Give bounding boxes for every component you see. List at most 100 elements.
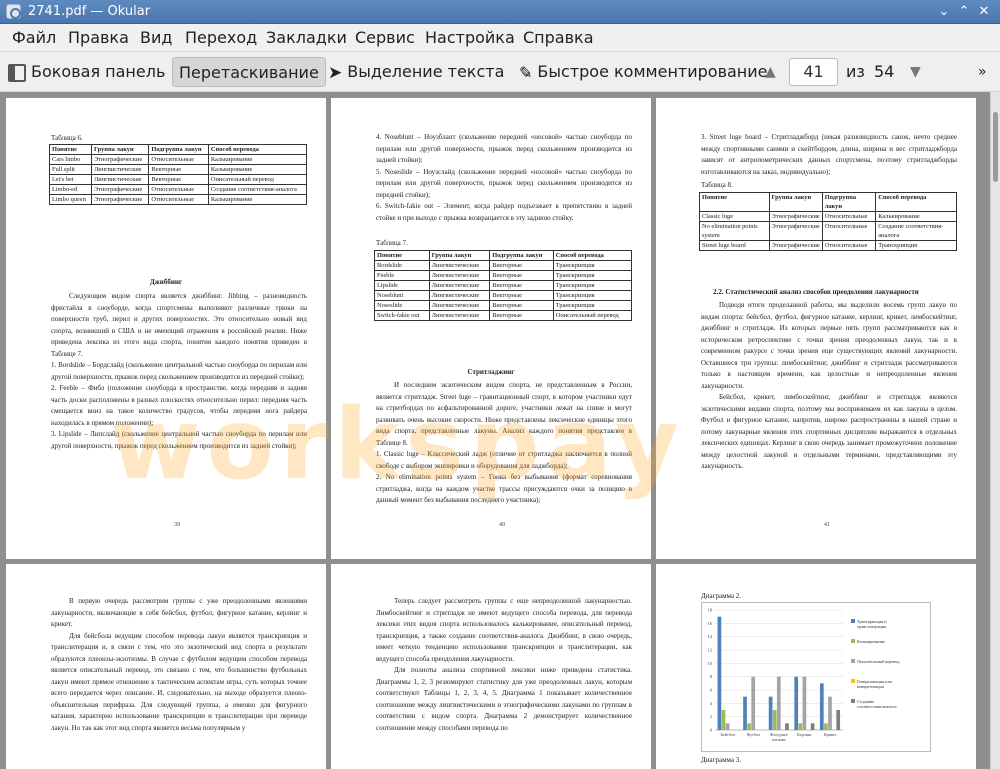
table-row: Switch-fakie out Лингвистические Векторные… (374, 310, 633, 321)
x-tick-label-line: Футбол (747, 732, 761, 737)
previous-page-icon[interactable]: ▲ (765, 57, 776, 87)
chart-bar (819, 683, 824, 730)
page-40-bottom: И последним экзотическим видом спорта, н… (376, 381, 632, 504)
menu-help[interactable]: Справка (523, 28, 594, 47)
page-of-label: из (846, 62, 865, 81)
page-number: 39 (174, 522, 180, 528)
close-icon[interactable]: ✕ (975, 3, 993, 20)
toolbar-overflow-icon[interactable]: » (978, 57, 987, 87)
menu-edit[interactable]: Правка (68, 28, 129, 47)
page-39: Таблица 6. Понятие Группа лакун Подгруппа … (6, 98, 326, 559)
page-number: 40 (499, 522, 505, 528)
chart-bar (747, 723, 751, 730)
table-row: Let's bet Лингвистические Векторные Описате… (49, 174, 308, 185)
legend-swatch (851, 679, 855, 683)
x-tick-label-line: Керлинг (797, 732, 812, 737)
chart-bar (743, 696, 747, 730)
chart-caption: Диаграмма 2. (701, 592, 742, 600)
document-viewer[interactable]: Таблица 6. Понятие Группа лакун Подгруппа … (0, 92, 990, 769)
vertical-scrollbar[interactable] (990, 92, 1000, 769)
table-8: Понятие Группа лакун Подгруппа лакун Способ… (699, 192, 957, 251)
page-39-body: Следующим видом спорта является джиббинг… (51, 292, 307, 450)
drag-mode-button[interactable]: Перетаскивание (172, 57, 326, 87)
quick-annotate-button[interactable]: ✎ Быстрое комментирование (519, 57, 768, 87)
sidebar-icon (8, 63, 26, 82)
y-tick-label: 16 (708, 621, 713, 626)
page-42: В первую очередь рассмотрим группы с уже… (6, 564, 326, 769)
page-number: 41 (824, 522, 830, 528)
chart-bar (751, 676, 756, 730)
legend-label: Калькирование (857, 639, 885, 644)
menu-file[interactable]: Файл (12, 28, 56, 47)
okular-app-icon (6, 4, 21, 19)
menu-tools[interactable]: Сервис (355, 28, 415, 47)
chart-bar (772, 710, 777, 730)
menu-bar: Файл Правка Вид Переход Закладки Сервис … (0, 24, 1000, 52)
scrollbar-thumb[interactable] (993, 112, 998, 182)
cursor-icon: ➤ (328, 62, 343, 83)
section-heading: Джиббинг (149, 278, 183, 286)
table-row: No elimination points system Этнографичес… (699, 221, 957, 241)
table-caption: Таблица 7. (376, 239, 408, 247)
menu-bookmarks[interactable]: Закладки (266, 28, 347, 47)
legend-label-line: транслитерация (857, 624, 886, 629)
table-row: Cars limbo Этнографические Относительные Ка… (49, 154, 308, 165)
drag-mode-label: Перетаскивание (179, 63, 319, 82)
chart-bar (768, 696, 773, 730)
page-41-top: 3. Street luge board – Стритладжборд (не… (701, 133, 957, 176)
legend-label: Описательный перевод (857, 659, 900, 664)
page-43-body: Теперь следует рассмотреть группы с еще … (376, 597, 632, 732)
x-tick-label-line: Бейсбол (720, 732, 735, 737)
pen-icon: ✎ (519, 62, 533, 82)
table-7: Понятие Группа лакун Подгруппа лакун Способ… (374, 250, 633, 321)
section-heading: Стритладжинг (467, 368, 515, 376)
menu-go[interactable]: Переход (185, 28, 257, 47)
chart-bar (794, 676, 799, 730)
chart-bar (776, 676, 781, 730)
table-row: Classic luge Этнографические Относительные… (699, 211, 957, 222)
legend-label: Транскрипция и транслитерация (857, 619, 887, 629)
page-number-input[interactable]: 41 (789, 58, 838, 86)
page-total: 54 (874, 62, 895, 81)
menu-settings[interactable]: Настройка (425, 28, 515, 47)
sidebar-button-label: Боковая панель (31, 62, 166, 81)
maximize-icon[interactable]: ⌃ (955, 3, 973, 20)
page-44: Диаграмма 2. 0 2 4 6 8 10 12 14 16 18 Бейсбол Футбо… (656, 564, 976, 769)
table-row: Full split Лингвистические Векторные Кальки… (49, 164, 308, 175)
table-row: Noseslide Лингвистические Векторные Транскр… (374, 300, 633, 311)
x-tick-label: Фигурное катание (770, 732, 788, 742)
chart-bar (798, 723, 803, 730)
chart-bar (717, 616, 722, 730)
next-page-icon[interactable]: ▼ (910, 57, 921, 87)
y-tick-label: 12 (708, 648, 713, 653)
section-heading: 2.2. Статистический анализ способов прео… (713, 288, 919, 296)
table-row: Limbo-ed Этнографические Относительные Созд… (49, 184, 308, 195)
table-row: Noseblunt Лингвистические Векторные Транскр… (374, 290, 633, 301)
y-tick-label: 14 (708, 634, 713, 639)
table-row: Bordslide Лингвистические Векторные Транскр… (374, 260, 633, 271)
page-42-body: В первую очередь рассмотрим группы с уже… (51, 597, 307, 732)
chart-bar (721, 710, 726, 730)
legend-label-line: Описательный перевод (857, 659, 900, 664)
toolbar: Боковая панель Перетаскивание ➤ Выделение… (0, 52, 1000, 92)
legend-label-line: соответствия-аналога (857, 704, 897, 709)
y-tick-label: 10 (708, 661, 713, 666)
chart-frame (701, 602, 931, 752)
sidebar-button[interactable]: Боковая панель (8, 57, 165, 87)
page-40: 4. Noseblunt – Ноузблант (скольжение пер… (331, 98, 651, 559)
page-41: 3. Street luge board – Стритладжборд (не… (656, 98, 976, 559)
menu-view[interactable]: Вид (140, 28, 172, 47)
x-tick-label-line: Крикет (824, 732, 837, 737)
table-caption: Таблица 8. (701, 181, 733, 189)
chart-caption-next: Диаграмма 3. (701, 756, 742, 764)
x-tick-label: Керлинг (797, 732, 812, 737)
title-bar: 2741.pdf — Okular ⌄ ⌃ ✕ (0, 0, 1000, 24)
chart-bar (725, 723, 730, 730)
x-tick-label: Крикет (824, 732, 837, 737)
table-row: Street luge board Этнографические Относите… (699, 240, 957, 251)
text-select-button[interactable]: ➤ Выделение текста ⌵ (328, 57, 531, 87)
page-43: Теперь следует рассмотреть группы с еще … (331, 564, 651, 769)
legend-swatch (851, 639, 855, 643)
minimize-icon[interactable]: ⌄ (935, 3, 953, 20)
legend-label-line: конкретизация (857, 684, 884, 689)
